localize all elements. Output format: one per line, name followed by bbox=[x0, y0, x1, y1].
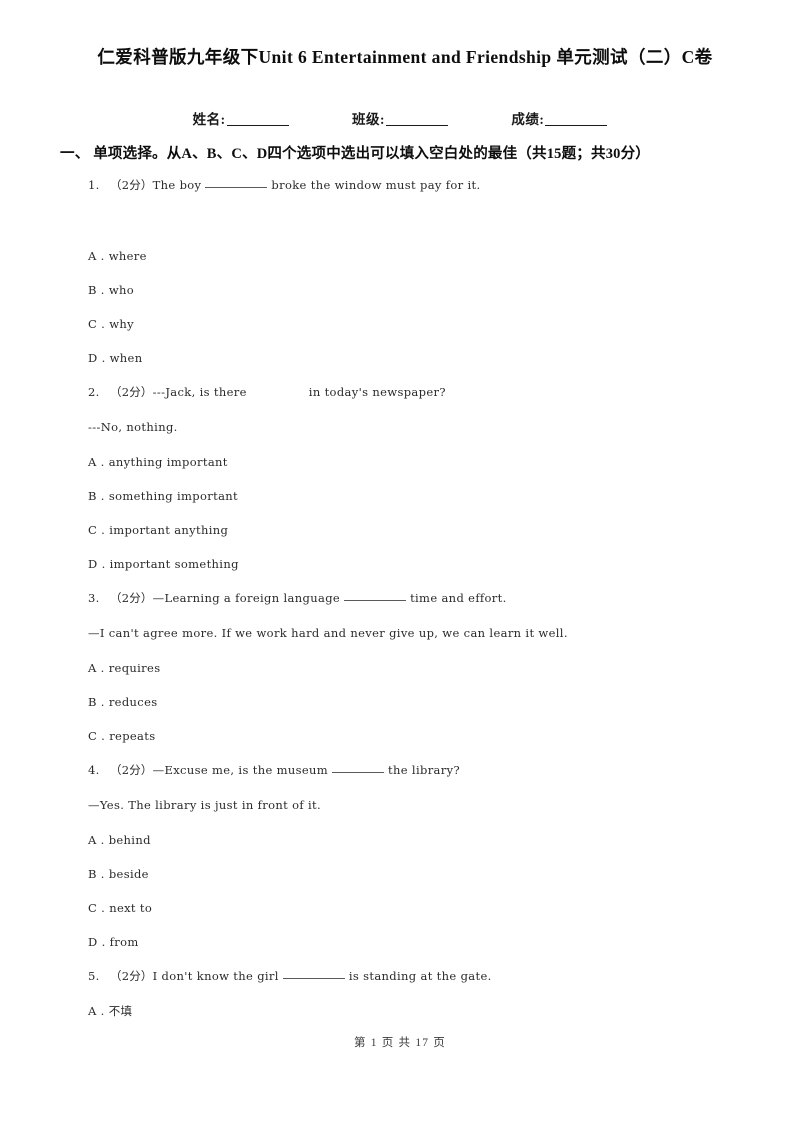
answer-option-label: A . bbox=[88, 1004, 105, 1018]
student-name-blank[interactable] bbox=[226, 125, 289, 126]
question-second-line: ---No, nothing. bbox=[88, 420, 178, 434]
question-text-before-blank: —Excuse me, is the museum bbox=[152, 763, 329, 777]
answer-option-label: A . bbox=[88, 833, 105, 847]
question-text-after-blank: in today's newspaper? bbox=[308, 385, 446, 399]
question-text-after-blank: broke the window must pay for it. bbox=[271, 178, 481, 192]
answer-option-label: A . bbox=[88, 455, 105, 469]
question-number: 4. bbox=[88, 763, 100, 777]
question-stem: 4. （2分）—Excuse me, is the museum the libra… bbox=[88, 763, 758, 778]
answer-option-label: C . bbox=[88, 729, 106, 743]
answer-option[interactable]: A . anything important bbox=[88, 455, 758, 470]
answer-option-text: reduces bbox=[108, 695, 158, 709]
question-stem: 2. （2分）---Jack, is there in today's newspa… bbox=[88, 385, 758, 400]
answer-blank-underline[interactable] bbox=[344, 600, 407, 601]
answer-option-text: behind bbox=[108, 833, 151, 847]
answer-option-text: when bbox=[109, 351, 143, 365]
question-stem: 3. （2分）—Learning a foreign language time a… bbox=[88, 591, 758, 606]
student-class-field: 班级: bbox=[352, 108, 448, 128]
question-text-after-blank: is standing at the gate. bbox=[348, 969, 492, 983]
student-class-blank[interactable] bbox=[386, 125, 448, 126]
answer-option[interactable]: C . repeats bbox=[88, 729, 758, 744]
answer-option-label: A . bbox=[88, 661, 105, 675]
question-points: （2分） bbox=[110, 969, 153, 983]
question-text-before-blank: I don't know the girl bbox=[152, 969, 279, 983]
student-name-field: 姓名: bbox=[193, 108, 289, 128]
answer-option-text: from bbox=[109, 935, 139, 949]
student-name-label: 姓名: bbox=[192, 112, 226, 127]
answer-option[interactable]: C . important anything bbox=[88, 523, 758, 538]
answer-option[interactable]: C . next to bbox=[88, 901, 758, 916]
student-score-blank[interactable] bbox=[545, 125, 608, 126]
answer-option[interactable]: A . behind bbox=[88, 833, 758, 848]
question-text-before-blank: The boy bbox=[152, 178, 202, 192]
answer-option[interactable]: B . reduces bbox=[88, 695, 758, 710]
answer-option-text: important anything bbox=[109, 523, 229, 537]
answer-option-text: requires bbox=[108, 661, 161, 675]
answer-option-text: anything important bbox=[108, 455, 228, 469]
student-info-row: 姓名: 班级: 成绩: bbox=[0, 108, 800, 128]
answer-option-text: next to bbox=[109, 901, 153, 915]
answer-option-label: C . bbox=[88, 523, 106, 537]
answer-option-label: C . bbox=[88, 317, 106, 331]
answer-option-label: B . bbox=[88, 489, 105, 503]
student-score-field: 成绩: bbox=[511, 108, 608, 128]
question-second-line: —I can't agree more. If we work hard and… bbox=[88, 626, 568, 640]
answer-option-text: who bbox=[108, 283, 135, 297]
question-points: （2分） bbox=[110, 591, 153, 605]
layout-spacer bbox=[88, 213, 758, 249]
question-stem: 5. （2分）I don't know the girl is standing a… bbox=[88, 969, 758, 984]
exam-page: 仁爱科普版九年级下Unit 6 Entertainment and Friend… bbox=[0, 0, 800, 1132]
answer-option[interactable]: D . important something bbox=[88, 557, 758, 572]
question-number: 3. bbox=[88, 591, 100, 605]
answer-option[interactable]: A . where bbox=[88, 249, 758, 264]
answer-option-text: important something bbox=[109, 557, 239, 571]
question-points: （2分） bbox=[110, 178, 153, 192]
question-text-after-blank: the library? bbox=[388, 763, 460, 777]
answer-option-label: C . bbox=[88, 901, 106, 915]
answer-blank-underline[interactable] bbox=[332, 772, 385, 773]
question-text-after-blank: time and effort. bbox=[410, 591, 507, 605]
answer-option-text: where bbox=[108, 249, 147, 263]
answer-option-label: B . bbox=[88, 867, 105, 881]
answer-option-text: beside bbox=[108, 867, 149, 881]
answer-option-text: repeats bbox=[109, 729, 156, 743]
question-points: （2分） bbox=[110, 385, 153, 399]
answer-option[interactable]: A . 不填 bbox=[88, 1004, 758, 1019]
answer-option[interactable]: C . why bbox=[88, 317, 758, 332]
page-footer: 第 1 页 共 17 页 bbox=[353, 1037, 447, 1049]
answer-option-label: A . bbox=[88, 249, 105, 263]
question-second-line: —Yes. The library is just in front of it… bbox=[88, 798, 321, 812]
question-text-before-blank: ---Jack, is there bbox=[152, 385, 247, 399]
answer-option-label: D . bbox=[88, 351, 106, 365]
answer-option-label: B . bbox=[88, 695, 105, 709]
question-stem: 1. （2分）The boy broke the window must pay f… bbox=[88, 178, 758, 193]
student-score-label: 成绩: bbox=[511, 112, 545, 127]
answer-option[interactable]: D . when bbox=[88, 351, 758, 366]
answer-option[interactable]: B . who bbox=[88, 283, 758, 298]
page-title: 仁爱科普版九年级下Unit 6 Entertainment and Friend… bbox=[97, 47, 713, 67]
answer-option-text: 不填 bbox=[108, 1004, 133, 1018]
question-number: 1. bbox=[88, 178, 100, 192]
answer-option-label: D . bbox=[88, 557, 106, 571]
question-text-before-blank: —Learning a foreign language bbox=[152, 591, 341, 605]
student-class-label: 班级: bbox=[352, 112, 385, 127]
answer-blank-underline[interactable] bbox=[205, 187, 268, 188]
question-number: 2. bbox=[88, 385, 100, 399]
question-number: 5. bbox=[88, 969, 100, 983]
answer-option[interactable]: B . beside bbox=[88, 867, 758, 882]
answer-option-label: B . bbox=[88, 283, 105, 297]
answer-option-label: D . bbox=[88, 935, 106, 949]
answer-option-text: why bbox=[109, 317, 134, 331]
answer-blank-underline[interactable] bbox=[282, 978, 345, 979]
question-points: （2分） bbox=[110, 763, 153, 777]
question-list: 1. （2分）The boy broke the window must pay f… bbox=[88, 178, 758, 1038]
answer-option[interactable]: B . something important bbox=[88, 489, 758, 504]
answer-option[interactable]: A . requires bbox=[88, 661, 758, 676]
section-heading: 一、 单项选择。从A、B、C、D四个选项中选出可以填入空白处的最佳（共15题；共… bbox=[60, 146, 651, 162]
answer-option[interactable]: D . from bbox=[88, 935, 758, 950]
answer-option-text: something important bbox=[108, 489, 239, 503]
